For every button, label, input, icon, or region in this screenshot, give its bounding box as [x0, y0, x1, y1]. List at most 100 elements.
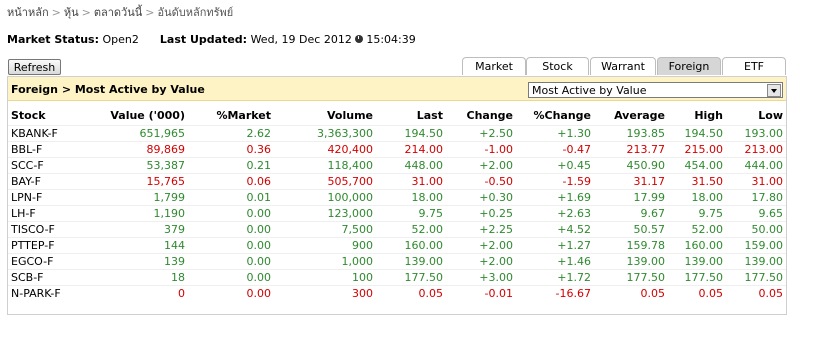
- col-low[interactable]: Low: [726, 105, 786, 126]
- average-cell: 450.90: [594, 157, 668, 174]
- last-cell: 9.75: [376, 205, 446, 222]
- tab-etf[interactable]: ETF: [722, 57, 786, 75]
- change-cell: +2.00: [446, 253, 516, 270]
- market-pct-cell: 2.62: [188, 125, 274, 142]
- high-cell: 215.00: [668, 141, 726, 158]
- table-row[interactable]: BAY-F 15,765 0.06 505,700 31.00 -0.50 -1.59 31.…: [8, 173, 786, 190]
- col-pchange[interactable]: %Change: [516, 105, 594, 126]
- table-row[interactable]: EGCO-F 139 0.00 1,000 139.00 +2.00 +1.46 139.00…: [8, 253, 786, 270]
- average-cell: 9.67: [594, 205, 668, 222]
- stock-cell[interactable]: LH-F: [8, 205, 80, 222]
- volume-cell: 100: [274, 269, 376, 286]
- last-cell: 177.50: [376, 269, 446, 286]
- col-volume[interactable]: Volume: [274, 105, 376, 126]
- tab-stock[interactable]: Stock: [526, 57, 589, 75]
- value-cell: 1,190: [80, 205, 188, 222]
- tab-warrant[interactable]: Warrant: [590, 57, 656, 75]
- col-change[interactable]: Change: [446, 105, 516, 126]
- ranking-type-dropdown[interactable]: Most Active by Value: [528, 82, 783, 98]
- breadcrumb-separator: >: [51, 6, 61, 19]
- market-status-label: Market Status:: [7, 33, 100, 46]
- col-last[interactable]: Last: [376, 105, 446, 126]
- pchange-cell: +4.52: [516, 221, 594, 238]
- col-value[interactable]: Value ('000): [80, 105, 188, 126]
- pchange-cell: +1.46: [516, 253, 594, 270]
- volume-cell: 420,400: [274, 141, 376, 158]
- last-cell: 139.00: [376, 253, 446, 270]
- table-row[interactable]: LH-F 1,190 0.00 123,000 9.75 +0.25 +2.63 9.67 9.…: [8, 205, 786, 222]
- change-cell: +3.00: [446, 269, 516, 286]
- pchange-cell: +0.45: [516, 157, 594, 174]
- last-cell: 0.05: [376, 285, 446, 301]
- stock-cell[interactable]: SCB-F: [8, 269, 80, 286]
- last-updated-time: 15:04:39: [366, 33, 416, 46]
- change-cell: +2.25: [446, 221, 516, 238]
- stock-cell[interactable]: LPN-F: [8, 189, 80, 206]
- value-cell: 53,387: [80, 157, 188, 174]
- market-pct-cell: 0.00: [188, 237, 274, 254]
- stock-cell[interactable]: EGCO-F: [8, 253, 80, 270]
- table-row[interactable]: SCB-F 18 0.00 100 177.50 +3.00 +1.72 177.50 177.…: [8, 269, 786, 286]
- high-cell: 0.05: [668, 285, 726, 301]
- pchange-cell: +1.69: [516, 189, 594, 206]
- last-cell: 52.00: [376, 221, 446, 238]
- stock-cell[interactable]: BAY-F: [8, 173, 80, 190]
- breadcrumb-separator: >: [145, 6, 155, 19]
- low-cell: 159.00: [726, 237, 786, 254]
- table-row[interactable]: LPN-F 1,799 0.01 100,000 18.00 +0.30 +1.69 17.9…: [8, 189, 786, 206]
- col-stock[interactable]: Stock: [8, 105, 80, 126]
- stock-cell[interactable]: PTTEP-F: [8, 237, 80, 254]
- table-row[interactable]: N-PARK-F 0 0.00 300 0.05 -0.01 -16.67 0.05 0.05 0…: [8, 285, 786, 301]
- low-cell: 50.00: [726, 221, 786, 238]
- last-cell: 214.00: [376, 141, 446, 158]
- tab-foreign[interactable]: Foreign: [657, 57, 721, 75]
- low-cell: 9.65: [726, 205, 786, 222]
- value-cell: 139: [80, 253, 188, 270]
- pchange-cell: +2.63: [516, 205, 594, 222]
- high-cell: 9.75: [668, 205, 726, 222]
- high-cell: 18.00: [668, 189, 726, 206]
- stock-cell[interactable]: BBL-F: [8, 141, 80, 158]
- col-market[interactable]: %Market: [188, 105, 274, 126]
- value-cell: 144: [80, 237, 188, 254]
- volume-cell: 505,700: [274, 173, 376, 190]
- market-pct-cell: 0.00: [188, 253, 274, 270]
- table-row[interactable]: KBANK-F 651,965 2.62 3,363,300 194.50 +2.50 +1…: [8, 125, 786, 142]
- chevron-down-icon[interactable]: [767, 84, 781, 97]
- breadcrumb-home[interactable]: หน้าหลัก: [7, 6, 49, 19]
- last-updated-value: Wed, 19 Dec 2012: [250, 33, 352, 46]
- average-cell: 193.85: [594, 125, 668, 142]
- high-cell: 139.00: [668, 253, 726, 270]
- tab-market[interactable]: Market: [462, 57, 526, 75]
- market-pct-cell: 0.21: [188, 157, 274, 174]
- breadcrumb-current: อันดับหลักทรัพย์: [157, 6, 234, 19]
- breadcrumb-separator: >: [81, 6, 91, 19]
- volume-cell: 7,500: [274, 221, 376, 238]
- pchange-cell: +1.72: [516, 269, 594, 286]
- last-cell: 31.00: [376, 173, 446, 190]
- low-cell: 17.80: [726, 189, 786, 206]
- market-pct-cell: 0.01: [188, 189, 274, 206]
- table-row[interactable]: TISCO-F 379 0.00 7,500 52.00 +2.25 +4.52 50.57 5…: [8, 221, 786, 238]
- table-row[interactable]: PTTEP-F 144 0.00 900 160.00 +2.00 +1.27 159.78 1…: [8, 237, 786, 254]
- stock-cell[interactable]: SCC-F: [8, 157, 80, 174]
- table-row[interactable]: BBL-F 89,869 0.36 420,400 214.00 -1.00 -0.47 21…: [8, 141, 786, 158]
- last-cell: 194.50: [376, 125, 446, 142]
- stock-cell[interactable]: N-PARK-F: [8, 285, 80, 301]
- high-cell: 194.50: [668, 125, 726, 142]
- breadcrumb-market-today[interactable]: ตลาดวันนี้: [94, 6, 142, 19]
- col-high[interactable]: High: [668, 105, 726, 126]
- market-pct-cell: 0.00: [188, 205, 274, 222]
- stock-cell[interactable]: KBANK-F: [8, 125, 80, 142]
- change-cell: -1.00: [446, 141, 516, 158]
- breadcrumb-stock[interactable]: หุ้น: [64, 6, 79, 19]
- change-cell: -0.50: [446, 173, 516, 190]
- refresh-button[interactable]: Refresh: [8, 59, 61, 75]
- ranking-panel: Foreign > Most Active by Value Most Acti…: [7, 76, 787, 315]
- ranking-table: Stock Value ('000) %Market Volume Last C…: [8, 105, 786, 301]
- table-row[interactable]: SCC-F 53,387 0.21 118,400 448.00 +2.00 +0.45 45…: [8, 157, 786, 174]
- value-cell: 651,965: [80, 125, 188, 142]
- stock-cell[interactable]: TISCO-F: [8, 221, 80, 238]
- change-cell: -0.01: [446, 285, 516, 301]
- col-average[interactable]: Average: [594, 105, 668, 126]
